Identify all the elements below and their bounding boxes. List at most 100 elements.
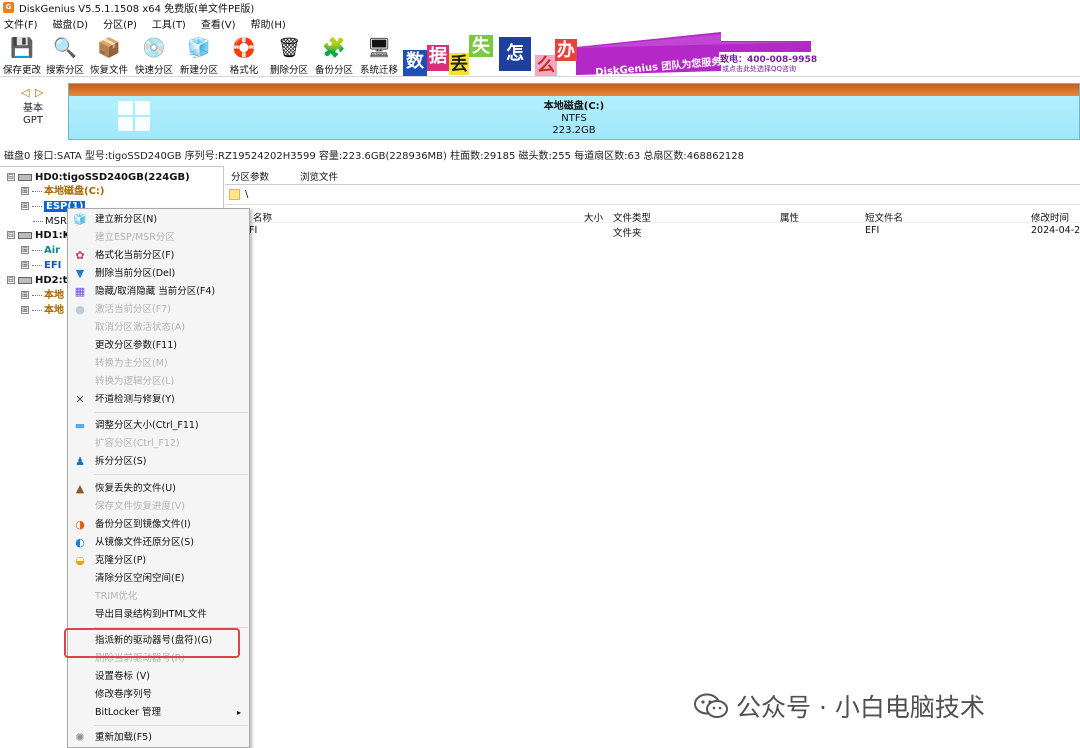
- delete-icon: ▼: [75, 267, 85, 280]
- clone-icon: ◒: [75, 554, 85, 567]
- tree-line: [32, 264, 42, 266]
- tree-item-hd0[interactable]: ⊟ HD0:tigoSSD240GB(224GB): [7, 171, 190, 185]
- file-mtime: 2024-04-2: [1031, 225, 1080, 236]
- menu-help[interactable]: 帮助(H): [251, 16, 286, 31]
- col-type[interactable]: 文件类型: [613, 210, 651, 224]
- menu-bar: 文件(F) 磁盘(D) 分区(P) 工具(T) 查看(V) 帮助(H): [0, 15, 1080, 31]
- tree-item-c[interactable]: ⊞ 本地磁盘(C:): [21, 185, 104, 199]
- migrate-icon: 🖥: [367, 37, 392, 59]
- menu-item-format[interactable]: ✿ 格式化当前分区(F): [68, 247, 249, 265]
- delete-partition-button[interactable]: 🗑 删除分区: [267, 33, 311, 76]
- tree-item-hd2[interactable]: ⊟ HD2:t: [7, 274, 67, 288]
- menu-item-new-esp-msr: 建立ESP/MSR分区: [95, 232, 175, 243]
- expand-icon[interactable]: ⊞: [21, 187, 29, 195]
- banner-char: 失: [469, 35, 493, 57]
- save-icon: 💾: [10, 37, 34, 59]
- system-migrate-button[interactable]: 🖥 系统迁移: [357, 33, 401, 76]
- disk-info-line: 磁盘0 接口:SATA 型号:tigoSSD240GB 序列号:RZ195242…: [4, 151, 745, 162]
- banner-char: 怎: [499, 37, 531, 71]
- menu-item-save-progress: 保存文件恢复进度(V): [95, 501, 185, 512]
- menu-item-reload[interactable]: ✺ 重新加载(F5): [68, 729, 249, 747]
- col-short[interactable]: 短文件名: [865, 210, 903, 224]
- menu-tools[interactable]: 工具(T): [152, 16, 186, 31]
- search-partition-button[interactable]: 🔍 搜索分区: [43, 33, 87, 76]
- menu-item-bad-sector[interactable]: ✕ 坏道检测与修复(Y): [68, 391, 249, 409]
- toolbar-label: 删除分区: [269, 65, 308, 76]
- menu-item-change-serial[interactable]: 修改卷序列号: [68, 686, 249, 704]
- restore-files-button[interactable]: 📦 恢复文件: [87, 33, 131, 76]
- menu-item-set-label[interactable]: 设置卷标 (V): [68, 668, 249, 686]
- banner-char: 办: [555, 39, 577, 61]
- tree-item-local-1[interactable]: ⊞ 本地: [21, 289, 64, 303]
- toolbar-label: 备份分区: [314, 65, 353, 76]
- title-bar: G DiskGenius V5.5.1.1508 x64 免费版(单文件PE版): [0, 0, 1080, 15]
- col-attr[interactable]: 属性: [780, 210, 799, 224]
- tree-item-efi[interactable]: ⊞ EFI: [21, 259, 61, 273]
- tools-icon: ✕: [75, 393, 85, 406]
- menu-item-hide[interactable]: ▦ 隐藏/取消隐藏 当前分区(F4): [68, 283, 249, 301]
- expand-icon[interactable]: ⊞: [21, 306, 29, 314]
- folder-icon: [229, 189, 240, 200]
- expand-icon[interactable]: ⊞: [21, 246, 29, 254]
- menu-item-resize[interactable]: ▬ 调整分区大小(Ctrl_F11): [68, 417, 249, 435]
- tree-label: EFI: [44, 260, 62, 271]
- col-name[interactable]: 名称: [253, 210, 272, 224]
- right-panel: 分区参数 浏览文件 \ 名称 大小 文件类型 属性 短文件名 修改时间 EFI …: [225, 166, 1080, 748]
- partition-bar-header: [69, 84, 1079, 96]
- tree-item-msr[interactable]: MSR: [33, 215, 67, 229]
- tab-partition-params[interactable]: 分区参数: [231, 169, 269, 183]
- menu-item-split[interactable]: ♟ 拆分分区(S): [68, 453, 249, 471]
- collapse-icon[interactable]: ⊟: [7, 173, 15, 181]
- menu-item-new-partition[interactable]: 🧊 建立新分区(N): [68, 211, 249, 229]
- restore-icon: ▲: [75, 482, 85, 495]
- file-row[interactable]: EFI 文件夹 EFI 2024-04-2: [225, 223, 1080, 239]
- context-menu: 🧊 建立新分区(N) 建立ESP/MSR分区 ✿ 格式化当前分区(F) ▼ 删除当前分…: [67, 208, 250, 748]
- collapse-icon[interactable]: ⊟: [7, 231, 15, 239]
- banner-qq-link[interactable]: 或点击此处选择QQ咨询: [721, 64, 798, 74]
- menu-partition[interactable]: 分区(P): [103, 16, 137, 31]
- menu-item-backup-image[interactable]: ◑ 备份分区到镜像文件(I): [68, 516, 249, 534]
- disk-nav-arrows[interactable]: ◁ ▷: [21, 86, 44, 99]
- menu-item-clone[interactable]: ◒ 克隆分区(P): [68, 552, 249, 570]
- menu-separator: [94, 725, 248, 726]
- backup-icon: ◑: [75, 518, 85, 531]
- expand-icon[interactable]: ⊞: [21, 291, 29, 299]
- menu-item-change-params[interactable]: 更改分区参数(F11): [68, 337, 249, 355]
- menu-item-bitlocker[interactable]: BitLocker 管理 ▸: [68, 704, 249, 722]
- menu-item-restore-image[interactable]: ◐ 从镜像文件还原分区(S): [68, 534, 249, 552]
- menu-disk[interactable]: 磁盘(D): [53, 16, 89, 31]
- tree-item-local-2[interactable]: ⊞ 本地: [21, 304, 64, 318]
- tree-label: HD1:K: [35, 230, 71, 241]
- menu-file[interactable]: 文件(F): [4, 16, 38, 31]
- current-path: \: [245, 189, 249, 200]
- collapse-icon[interactable]: ⊟: [7, 276, 15, 284]
- menu-view[interactable]: 查看(V): [201, 16, 236, 31]
- menu-item-export-html[interactable]: 导出目录结构到HTML文件: [68, 606, 249, 624]
- delete-icon: 🗑: [277, 37, 302, 59]
- menu-item-extend: 扩容分区(Ctrl_F12): [95, 438, 180, 449]
- tab-browse-files[interactable]: 浏览文件: [300, 169, 338, 183]
- col-mtime[interactable]: 修改时间: [1031, 210, 1069, 224]
- partition-bar-c[interactable]: 本地磁盘(C:) NTFS 223.2GB: [68, 83, 1080, 140]
- menu-item-delete[interactable]: ▼ 删除当前分区(Del): [68, 265, 249, 283]
- highlight-box: [64, 628, 240, 658]
- tree-label: 本地: [44, 290, 64, 301]
- quick-partition-button[interactable]: 💿 快速分区: [132, 33, 176, 76]
- tree-item-air[interactable]: ⊞ Air: [21, 244, 60, 258]
- promo-banner[interactable]: 数 据 丢 失 怎 么 办 DiskGenius 团队为您服务 致电：400-0…: [401, 31, 819, 78]
- menu-item-to-logical: 转换为逻辑分区(L): [95, 376, 175, 387]
- backup-partition-button[interactable]: 🧩 备份分区: [312, 33, 356, 76]
- resize-icon: ▬: [74, 419, 86, 432]
- expand-icon[interactable]: ⊞: [21, 202, 29, 210]
- toolbar-label: 格式化: [229, 65, 259, 76]
- save-changes-button[interactable]: 💾 保存更改: [0, 33, 44, 76]
- tree-item-hd1[interactable]: ⊟ HD1:K: [7, 229, 70, 243]
- expand-icon[interactable]: ⊞: [21, 261, 29, 269]
- submenu-arrow-icon: ▸: [237, 708, 242, 717]
- col-size[interactable]: 大小: [584, 210, 603, 224]
- menu-item-recover-files[interactable]: ▲ 恢复丢失的文件(U): [68, 480, 249, 498]
- format-button[interactable]: 🛟 格式化: [222, 33, 266, 76]
- new-partition-button[interactable]: 🧊 新建分区: [177, 33, 221, 76]
- activate-icon: ●: [75, 303, 85, 316]
- menu-item-wipe-free[interactable]: 清除分区空闲空间(E): [68, 570, 249, 588]
